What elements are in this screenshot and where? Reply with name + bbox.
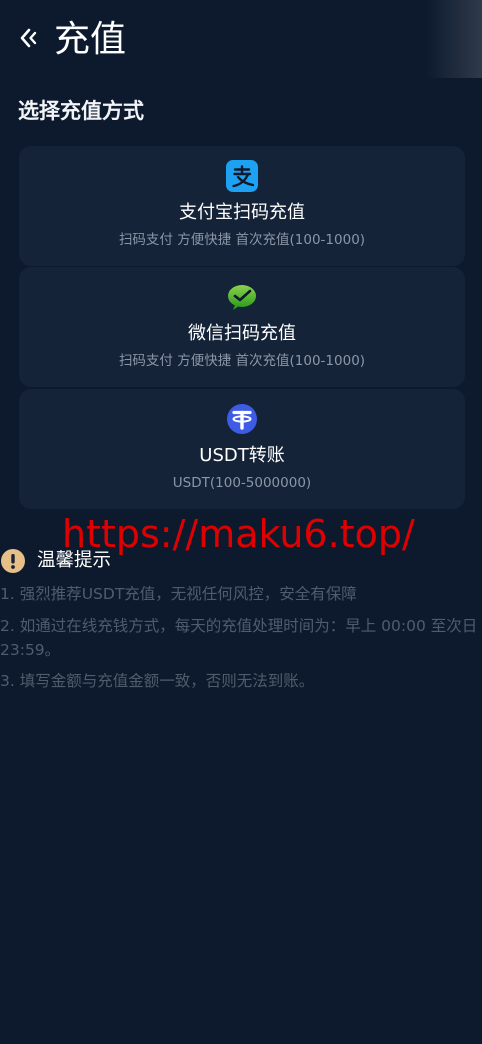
- back-chevron-icon[interactable]: [16, 26, 40, 50]
- payment-method-title: 支付宝扫码充值: [179, 202, 305, 223]
- exclamation-circle-icon: [1, 549, 25, 573]
- tip-item: 3. 填写金额与充值金额一致，否则无法到账。: [0, 672, 315, 690]
- header-bar: 充值: [0, 0, 482, 80]
- payment-method-title: 微信扫码充值: [188, 323, 296, 344]
- tip-item: 2. 如通过在线充钱方式，每天的充值处理时间为：早上 00:00 至次日 23:…: [0, 617, 478, 659]
- wechat-icon: [226, 281, 258, 313]
- payment-method-subtitle: USDT(100-5000000): [172, 475, 312, 491]
- tether-usdt-icon: [226, 403, 258, 435]
- watermark-url: https://maku6.top/: [62, 512, 415, 556]
- payment-method-subtitle: 扫码支付 方便快捷 首次充值(100-1000): [118, 232, 366, 248]
- payment-method-alipay[interactable]: 支付宝扫码充值 扫码支付 方便快捷 首次充值(100-1000): [19, 146, 465, 266]
- tip-item: 1. 强烈推荐USDT充值，无视任何风控，安全有保障: [0, 585, 357, 603]
- alipay-icon: [226, 160, 258, 192]
- tips-title: 温馨提示: [37, 550, 112, 571]
- page-title: 充值: [54, 19, 127, 60]
- payment-method-wechat[interactable]: 微信扫码充值 扫码支付 方便快捷 首次充值(100-1000): [19, 267, 465, 387]
- payment-method-subtitle: 扫码支付 方便快捷 首次充值(100-1000): [118, 353, 366, 369]
- section-title: 选择充值方式: [18, 99, 144, 123]
- payment-method-title: USDT转账: [199, 445, 285, 466]
- header-corner-gradient: [426, 0, 482, 78]
- payment-method-usdt[interactable]: USDT转账 USDT(100-5000000): [19, 389, 465, 509]
